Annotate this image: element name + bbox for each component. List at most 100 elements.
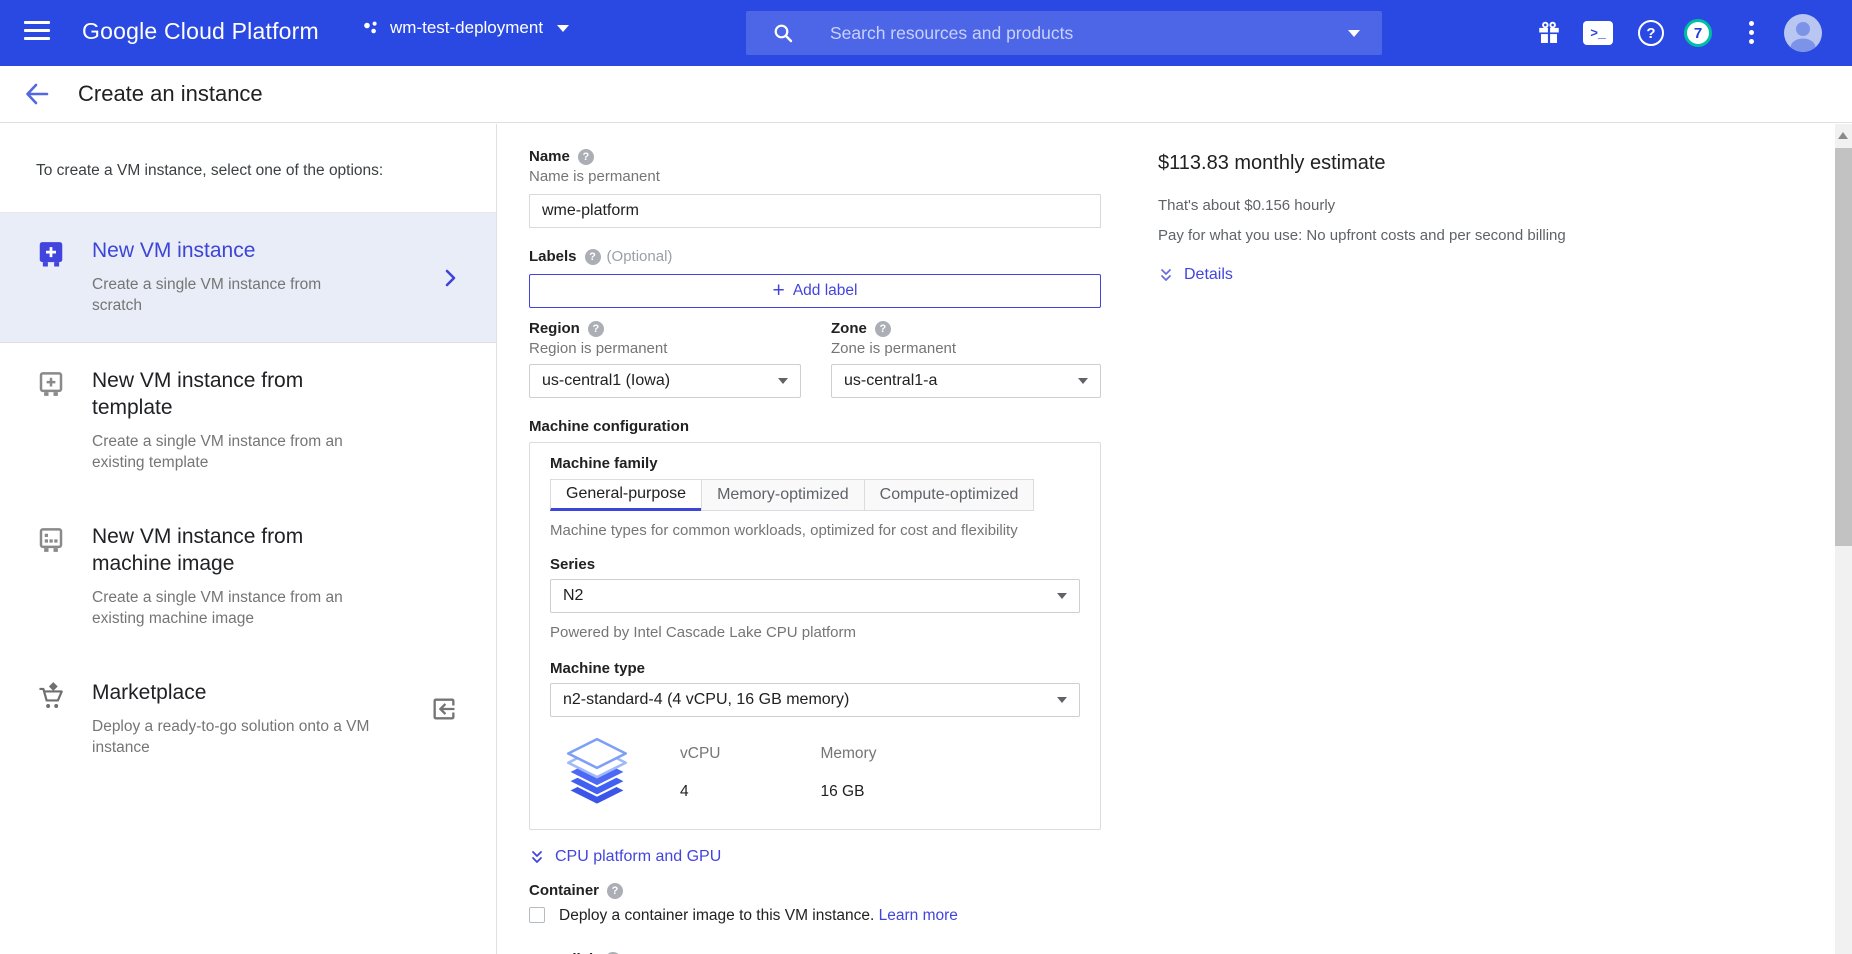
marketplace-cart-icon (36, 681, 66, 713)
cost-estimate-panel: $113.83 monthly estimate That's about $0… (1158, 124, 1718, 284)
series-label: Series (550, 556, 1080, 573)
machine-family-label: Machine family (550, 455, 1080, 473)
region-value: us-central1 (Iowa) (542, 372, 670, 390)
avatar[interactable] (1784, 14, 1822, 52)
machine-family-tabs: General-purpose Memory-optimized Compute… (550, 479, 1080, 511)
page-title: Create an instance (78, 81, 263, 107)
zone-label: Zone (831, 320, 867, 338)
sidebar-item-marketplace[interactable]: Marketplace Deploy a ready-to-go solutio… (0, 655, 496, 784)
search-input[interactable] (828, 22, 1382, 45)
add-label-text: Add label (793, 282, 858, 300)
project-name: wm-test-deployment (390, 18, 543, 38)
option-title: New VM instance from machine image (92, 523, 382, 577)
details-text: Details (1184, 266, 1233, 284)
zone-dropdown[interactable]: us-central1-a (831, 364, 1101, 398)
memory-summary: Memory 16 GB (820, 735, 876, 801)
name-input[interactable] (529, 194, 1101, 228)
plus-icon: + (773, 281, 785, 301)
estimate-hourly: That's about $0.156 hourly (1158, 197, 1718, 214)
hamburger-menu-icon[interactable] (24, 21, 50, 43)
cloud-shell-icon[interactable]: >_ (1583, 21, 1613, 45)
option-subtitle: Create a single VM instance from an exis… (92, 431, 372, 473)
labels-optional: (Optional) (607, 248, 673, 266)
scrollbar-thumb[interactable] (1835, 148, 1852, 546)
container-checkbox[interactable] (529, 907, 545, 923)
option-title: New VM instance from template (92, 367, 382, 421)
notification-badge[interactable]: 7 (1684, 19, 1712, 47)
sidebar-item-new-vm-instance[interactable]: New VM instance Create a single VM insta… (0, 213, 496, 343)
container-checkbox-row: Deploy a container image to this VM inst… (529, 906, 1101, 925)
question-help-icon[interactable]: ? (585, 249, 601, 265)
machine-type-value: n2-standard-4 (4 vCPU, 16 GB memory) (563, 691, 849, 709)
tab-memory-optimized[interactable]: Memory-optimized (701, 479, 865, 511)
add-label-button[interactable]: + Add label (529, 274, 1101, 308)
cpu-platform-gpu-text: CPU platform and GPU (555, 848, 721, 866)
open-panel-icon[interactable] (430, 695, 458, 723)
series-dropdown[interactable]: N2 (550, 579, 1080, 613)
dropdown-caret-icon (1057, 593, 1067, 599)
learn-more-link[interactable]: Learn more (879, 907, 958, 924)
back-arrow-icon[interactable] (22, 79, 52, 109)
option-title: Marketplace (92, 679, 372, 706)
name-label: Name (529, 148, 570, 166)
zone-field: Zone ? Zone is permanent us-central1-a (831, 320, 1101, 398)
vm-plus-icon (36, 239, 66, 269)
question-help-icon[interactable]: ? (588, 321, 604, 337)
series-hint: Powered by Intel Cascade Lake CPU platfo… (550, 623, 1080, 642)
region-zone-row: Region ? Region is permanent us-central1… (529, 320, 1101, 398)
sidebar-item-new-vm-from-machine-image[interactable]: New VM instance from machine image Creat… (0, 499, 496, 655)
search-icon (772, 22, 794, 44)
machine-configuration-label: Machine configuration (529, 418, 1101, 436)
kebab-menu-icon[interactable] (1749, 21, 1755, 48)
help-icon[interactable]: ? (1638, 20, 1664, 46)
region-dropdown[interactable]: us-central1 (Iowa) (529, 364, 801, 398)
machine-type-label: Machine type (550, 660, 1080, 677)
tab-general-purpose[interactable]: General-purpose (550, 479, 702, 511)
labels-label: Labels (529, 248, 577, 266)
machine-configuration-card: Machine family General-purpose Memory-op… (529, 442, 1101, 830)
labels-label-row: Labels ? (Optional) (529, 248, 1101, 266)
top-navigation-bar: Google Cloud Platform wm-test-deployment (0, 0, 1852, 66)
machine-type-summary: vCPU 4 Memory 16 GB (550, 729, 1080, 823)
container-checkbox-text: Deploy a container image to this VM inst… (559, 907, 874, 924)
details-link[interactable]: Details (1158, 266, 1718, 284)
region-field: Region ? Region is permanent us-central1… (529, 320, 801, 398)
expand-more-double-icon (529, 849, 545, 866)
scroll-up-arrow-icon[interactable] (1838, 132, 1848, 139)
tab-compute-optimized[interactable]: Compute-optimized (864, 479, 1035, 511)
memory-value: 16 GB (820, 783, 876, 801)
create-options-sidebar: To create a VM instance, select one of t… (0, 124, 497, 954)
question-help-icon[interactable]: ? (607, 883, 623, 899)
layers-icon (560, 735, 634, 813)
dropdown-caret-icon (1057, 697, 1067, 703)
project-icon (362, 20, 380, 36)
dropdown-caret-icon (778, 378, 788, 384)
memory-label: Memory (820, 745, 876, 763)
gift-icon[interactable] (1536, 20, 1562, 46)
region-hint: Region is permanent (529, 340, 801, 358)
instance-form: Name ? Name is permanent Labels ? (Optio… (498, 124, 1158, 954)
machine-type-dropdown[interactable]: n2-standard-4 (4 vCPU, 16 GB memory) (550, 683, 1080, 717)
search-bar[interactable] (746, 11, 1382, 55)
sidebar-intro-text: To create a VM instance, select one of t… (0, 124, 496, 213)
dropdown-caret-icon (1078, 378, 1088, 384)
project-selector[interactable]: wm-test-deployment (362, 18, 569, 38)
container-label-row: Container ? (529, 882, 1101, 900)
option-title: New VM instance (92, 237, 372, 264)
vertical-scrollbar[interactable] (1835, 124, 1852, 954)
expand-more-double-icon (1158, 267, 1174, 284)
option-subtitle: Deploy a ready-to-go solution onto a VM … (92, 716, 372, 758)
vm-template-icon (36, 369, 66, 399)
chevron-right-icon (438, 266, 462, 290)
series-value: N2 (563, 587, 583, 605)
machine-image-icon (36, 525, 66, 555)
cpu-platform-gpu-link[interactable]: CPU platform and GPU (529, 848, 1101, 866)
search-scope-caret-icon[interactable] (1348, 30, 1360, 37)
gcp-logo[interactable]: Google Cloud Platform (82, 18, 319, 45)
question-help-icon[interactable]: ? (578, 149, 594, 165)
estimate-title: $113.83 monthly estimate (1158, 152, 1718, 175)
question-help-icon[interactable]: ? (875, 321, 891, 337)
sidebar-item-new-vm-from-template[interactable]: New VM instance from template Create a s… (0, 343, 496, 499)
page-header: Create an instance (0, 66, 1852, 123)
estimate-billing-note: Pay for what you use: No upfront costs a… (1158, 227, 1718, 244)
